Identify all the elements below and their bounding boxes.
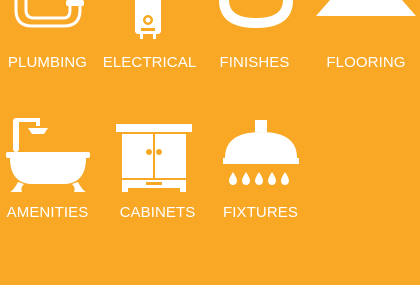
category-cabinets[interactable]: CABINETS <box>110 110 205 225</box>
category-finishes[interactable]: FINISHES <box>207 0 302 80</box>
cabinet-icon <box>116 124 192 192</box>
category-label: FIXTURES <box>223 204 298 221</box>
category-label: AMENITIES <box>6 204 89 221</box>
category-label: FLOORING <box>326 54 406 71</box>
flooring-icon <box>316 0 416 16</box>
category-flooring[interactable]: FLOORING <box>312 0 420 80</box>
sink-basin-icon <box>219 0 293 28</box>
category-label: ELECTRICAL <box>102 54 197 71</box>
category-plumbing[interactable]: PLUMBING <box>0 0 95 80</box>
pipe-icon <box>14 0 84 28</box>
bathtub-icon <box>6 118 90 192</box>
category-amenities[interactable]: AMENITIES <box>0 110 95 225</box>
category-panel: PLUMBING ELECTRICAL FINISHES FLOORING AM… <box>0 0 420 285</box>
category-fixtures[interactable]: FIXTURES <box>213 110 308 225</box>
category-label: FINISHES <box>219 54 290 71</box>
category-label: PLUMBING <box>7 54 88 71</box>
water-heater-icon <box>135 0 161 39</box>
shower-head-icon <box>223 120 299 185</box>
category-label: CABINETS <box>119 204 196 221</box>
category-electrical[interactable]: ELECTRICAL <box>102 0 197 80</box>
